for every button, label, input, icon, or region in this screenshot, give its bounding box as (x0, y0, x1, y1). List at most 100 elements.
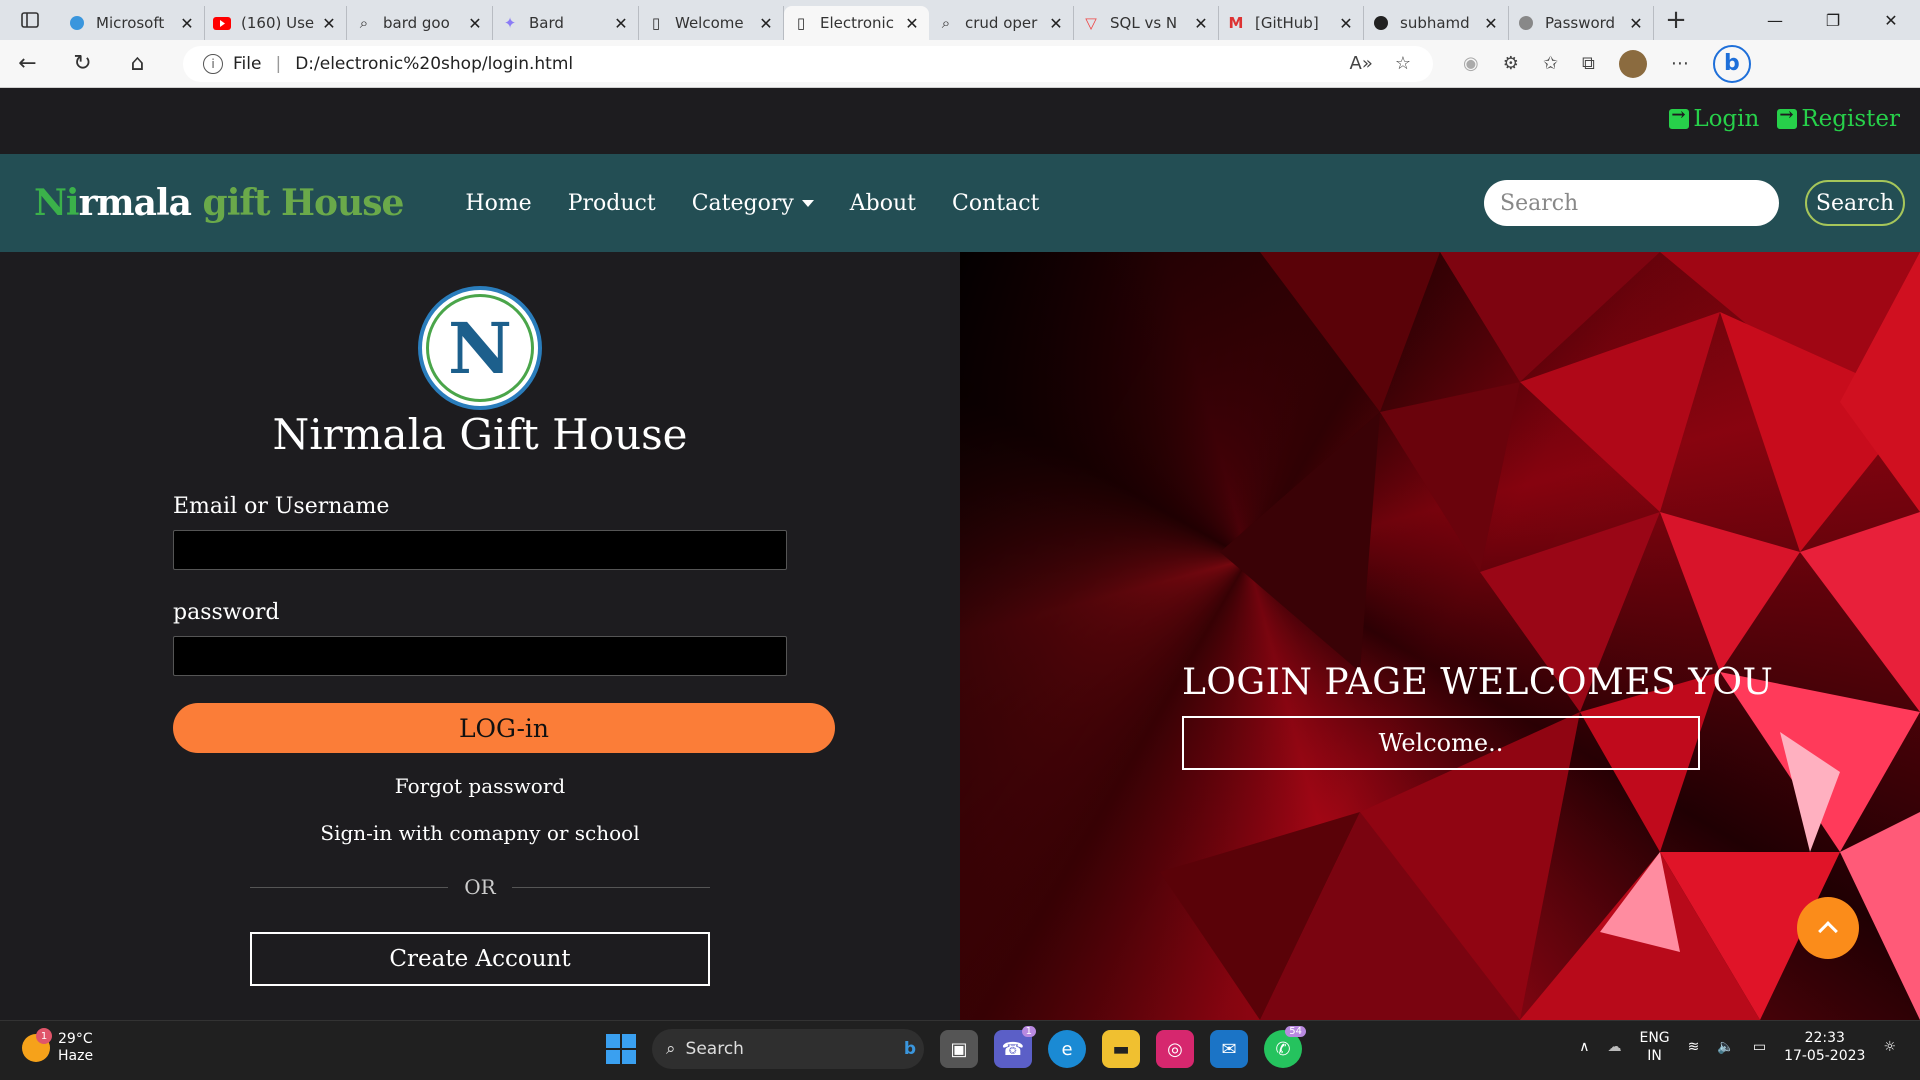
nav-category[interactable]: Category (692, 191, 814, 216)
file-explorer-icon[interactable]: ▬ (1102, 1030, 1140, 1068)
minimize-icon[interactable]: — (1746, 11, 1804, 30)
create-account-button[interactable]: Create Account (250, 932, 710, 986)
signin-company-link[interactable]: Sign-in with comapny or school (0, 821, 960, 845)
system-tray: ∧ ☁ ENG IN ≋ 🔈 ▭ 22:33 17-05-2023 ☼ (1579, 1029, 1896, 1065)
address-bar[interactable]: i File | D:/electronic%20shop/login.html… (183, 45, 1433, 82)
nav-contact[interactable]: Contact (952, 191, 1039, 216)
scroll-to-top-button[interactable] (1797, 897, 1859, 959)
address-url[interactable]: D:/electronic%20shop/login.html (295, 54, 573, 74)
favorites-icon[interactable]: ✩ (1543, 53, 1558, 74)
search-input[interactable] (1484, 180, 1779, 226)
address-actions: A» ☆ (1350, 53, 1433, 74)
chevron-up-icon[interactable]: ∧ (1579, 1039, 1589, 1055)
browser-tab[interactable]: ▯ Welcome ✕ (639, 6, 784, 40)
browser-tab[interactable]: ▽ SQL vs N ✕ (1074, 6, 1219, 40)
vercel-icon: ▽ (1085, 14, 1097, 32)
site-navbar: Nirmala gift House Home Product Category… (0, 154, 1920, 252)
login-icon (1669, 105, 1690, 129)
extensions-icon[interactable]: ⚙ (1503, 53, 1519, 74)
tab-actions-icon[interactable] (0, 0, 60, 40)
bing-icon: b (903, 1039, 916, 1059)
avatar[interactable] (1618, 49, 1647, 78)
password-field[interactable] (173, 636, 787, 676)
close-tab-icon[interactable]: ✕ (903, 14, 921, 33)
instagram-icon[interactable]: ◎ (1156, 1030, 1194, 1068)
mail-icon[interactable]: ✉ (1210, 1030, 1248, 1068)
battery-icon[interactable]: ▭ (1753, 1039, 1766, 1055)
login-button[interactable]: LOG-in (173, 703, 835, 753)
browser-tab-active[interactable]: ▯ Electronic ✕ (784, 6, 929, 40)
home-icon[interactable]: ⌂ (110, 51, 165, 76)
youtube-icon (213, 14, 231, 32)
browser-tab[interactable]: Microsoft ✕ (60, 6, 205, 40)
weather-condition: Haze (58, 1048, 94, 1064)
close-window-icon[interactable]: ✕ (1862, 11, 1920, 30)
address-separator: | (275, 53, 282, 74)
browser-tab[interactable]: ⌕ bard goo ✕ (347, 6, 493, 40)
close-tab-icon[interactable]: ✕ (757, 14, 775, 33)
login-panel: N Nirmala Gift House Email or Username p… (0, 252, 960, 1020)
page-icon: ▯ (651, 14, 661, 32)
collections-icon[interactable]: ⧉ (1582, 53, 1595, 74)
wifi-icon[interactable]: ≋ (1688, 1039, 1700, 1055)
start-icon[interactable] (606, 1034, 636, 1064)
search-icon: ⌕ (941, 14, 951, 32)
taskbar-search[interactable]: ⌕ Search b (652, 1029, 924, 1069)
welcome-button[interactable]: Welcome.. (1182, 716, 1700, 770)
notification-icon[interactable]: ☼ (1883, 1039, 1896, 1055)
browser-tab[interactable]: (160) Use ✕ (205, 6, 347, 40)
logo-ring: N (426, 294, 534, 402)
close-tab-icon[interactable]: ✕ (1047, 14, 1065, 33)
add-favorite-icon[interactable]: ☆ (1395, 53, 1411, 74)
read-aloud-icon[interactable]: A» (1350, 53, 1373, 74)
browser-tab[interactable]: subhamd ✕ (1364, 6, 1509, 40)
nav-about[interactable]: About (850, 191, 916, 216)
volume-icon[interactable]: 🔈 (1717, 1039, 1734, 1055)
taskbar: 1 29°C Haze ⌕ Search b ▣ ☎ 1 e ▬ ◎ ✉ ✆ 54 … (0, 1020, 1920, 1080)
clock[interactable]: 22:33 17-05-2023 (1784, 1029, 1865, 1065)
onedrive-icon[interactable]: ☁ (1607, 1039, 1621, 1055)
maximize-icon[interactable]: ❐ (1804, 11, 1862, 30)
task-view-icon[interactable]: ▣ (940, 1030, 978, 1068)
register-icon (1777, 105, 1798, 129)
login-link[interactable]: Login (1669, 105, 1759, 132)
edge-icon[interactable]: e (1048, 1030, 1086, 1068)
email-field[interactable] (173, 530, 787, 570)
nav-product[interactable]: Product (568, 191, 656, 216)
browser-tab[interactable]: M [GitHub] ✕ (1219, 6, 1364, 40)
forgot-password-link[interactable]: Forgot password (0, 774, 960, 798)
close-tab-icon[interactable]: ✕ (1482, 14, 1500, 33)
back-icon[interactable]: ← (0, 51, 55, 76)
language-indicator[interactable]: ENG IN (1639, 1029, 1669, 1065)
polygon-background (1160, 252, 1920, 1020)
browser-tab[interactable]: Password ✕ (1509, 6, 1654, 40)
extension-icon[interactable]: ◉ (1463, 53, 1479, 74)
close-tab-icon[interactable]: ✕ (466, 14, 484, 33)
bard-icon: ✦ (503, 14, 517, 32)
register-link[interactable]: Register (1777, 105, 1900, 132)
address-scheme: File (233, 53, 262, 74)
whatsapp-icon[interactable]: ✆ 54 (1264, 1026, 1306, 1068)
teams-icon[interactable]: ☎ 1 (994, 1026, 1036, 1068)
refresh-icon[interactable]: ↻ (55, 51, 110, 76)
github-icon (1517, 14, 1535, 32)
nav-home[interactable]: Home (465, 191, 531, 216)
close-tab-icon[interactable]: ✕ (612, 14, 630, 33)
more-icon[interactable]: ⋯ (1671, 53, 1689, 74)
close-tab-icon[interactable]: ✕ (1192, 14, 1210, 33)
close-tab-icon[interactable]: ✕ (178, 14, 196, 33)
new-tab-icon[interactable]: + (1654, 5, 1698, 35)
close-tab-icon[interactable]: ✕ (320, 14, 338, 33)
search-button[interactable]: Search (1805, 180, 1905, 226)
brand-logo[interactable]: Nirmala gift House (34, 182, 404, 224)
info-icon[interactable]: i (203, 53, 223, 74)
page-icon: ▯ (796, 14, 806, 32)
browser-tab[interactable]: ✦ Bard ✕ (493, 6, 639, 40)
close-tab-icon[interactable]: ✕ (1337, 14, 1355, 33)
gmail-icon: M (1228, 14, 1244, 32)
close-tab-icon[interactable]: ✕ (1627, 14, 1645, 33)
browser-tab-strip: Microsoft ✕ (160) Use ✕ ⌕ bard goo ✕ ✦ Bard ✕ … (0, 0, 1920, 40)
weather-widget[interactable]: 1 29°C Haze (22, 1028, 94, 1065)
browser-tab[interactable]: ⌕ crud oper ✕ (929, 6, 1074, 40)
bing-icon[interactable]: b (1712, 44, 1751, 83)
